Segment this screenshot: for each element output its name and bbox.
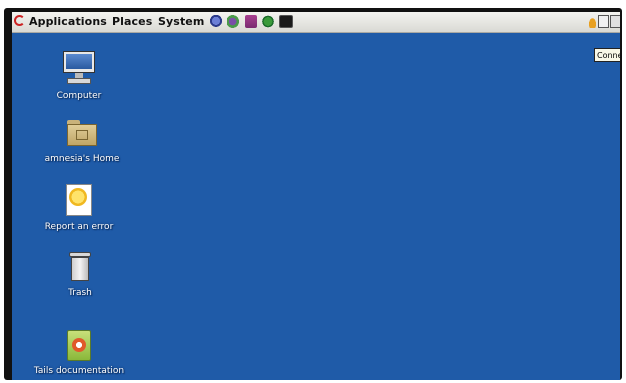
system-menu[interactable]: System — [158, 15, 204, 28]
desktop-icon-home[interactable]: amnesia's Home — [22, 118, 142, 164]
keyboard-icon[interactable] — [610, 15, 620, 28]
computer-label: Computer — [56, 91, 102, 101]
top-panel: Applications Places System — [12, 12, 620, 33]
tails-documentation-icon — [64, 330, 94, 362]
report-error-icon — [63, 184, 95, 218]
keepassx-icon[interactable] — [245, 15, 257, 28]
vidalia-onion-icon[interactable] — [587, 15, 598, 28]
trash-icon — [65, 250, 95, 284]
places-menu[interactable]: Places — [112, 15, 152, 28]
pidgin-icon[interactable] — [227, 15, 241, 28]
connection-tooltip: Conne — [594, 48, 620, 62]
desktop-icon-trash[interactable]: Trash — [20, 250, 140, 298]
desktop-screen: Applications Places System Conne Compute… — [12, 12, 620, 380]
desktop-icon-tails-documentation[interactable]: Tails documentation — [19, 330, 139, 376]
tor-browser-icon[interactable] — [209, 15, 223, 28]
computer-icon — [61, 51, 97, 87]
report-error-label: Report an error — [44, 222, 114, 232]
clipboard-icon[interactable] — [598, 15, 609, 28]
applications-menu[interactable]: Applications — [29, 15, 107, 28]
terminal-icon[interactable] — [279, 15, 293, 28]
home-label: amnesia's Home — [44, 154, 120, 164]
desktop-icon-report-error[interactable]: Report an error — [19, 184, 139, 232]
claws-mail-icon[interactable] — [261, 15, 275, 28]
debian-logo-icon[interactable] — [14, 15, 25, 26]
desktop-icon-computer[interactable]: Computer — [19, 51, 139, 101]
trash-label: Trash — [68, 288, 92, 298]
tails-documentation-label: Tails documentation — [33, 366, 125, 376]
home-folder-icon — [64, 118, 100, 150]
